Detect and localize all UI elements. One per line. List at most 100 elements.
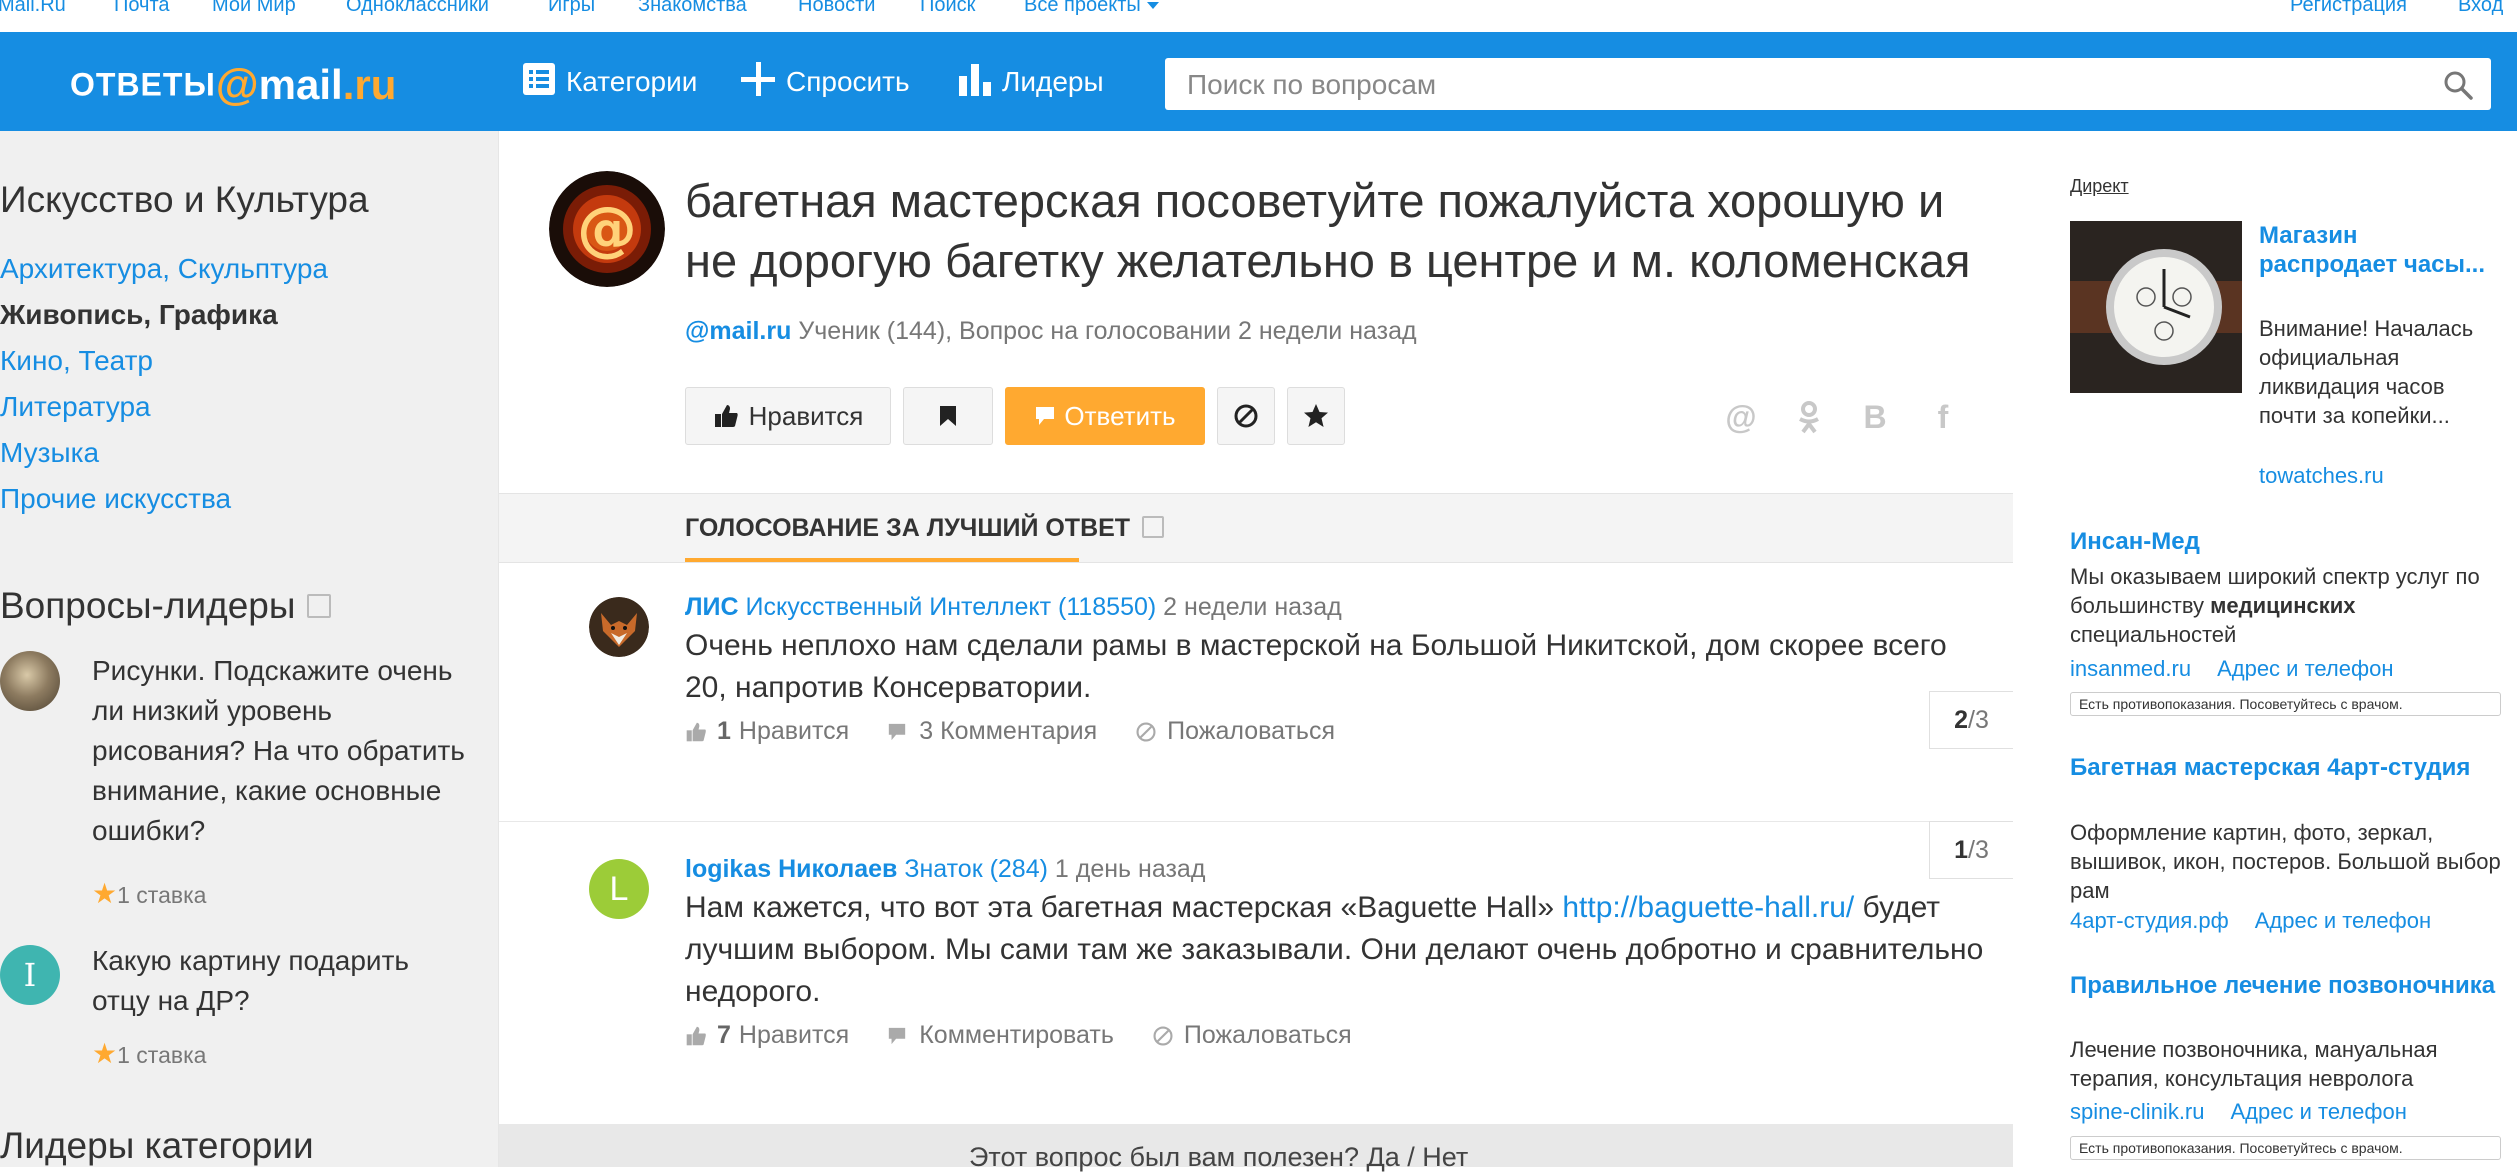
bookmark-button[interactable] — [903, 387, 993, 445]
ad-links: 4арт-студия.рф Адрес и телефон — [2070, 908, 2457, 934]
vote-counter-total: /3 — [1968, 705, 1989, 734]
favorite-button[interactable] — [1287, 387, 1345, 445]
category-link-cinema[interactable]: Кино, Театр — [0, 345, 153, 377]
ad-title[interactable]: Инсан-Мед — [2070, 527, 2510, 556]
nav-leaders-label: Лидеры — [1002, 66, 1104, 97]
ad-links: insanmed.ru Адрес и телефон — [2070, 656, 2419, 682]
ad-contacts-link[interactable]: Адрес и телефон — [2255, 908, 2431, 933]
direct-label[interactable]: Директ — [2070, 176, 2129, 197]
leader-bets: ★1 ставка — [92, 877, 206, 910]
ad-title[interactable]: Правильное лечение позвоночника — [2070, 971, 2510, 1000]
active-tab-indicator — [685, 558, 1079, 562]
answer-avatar-fox[interactable] — [589, 597, 649, 657]
site-logo[interactable]: ОТВЕТЫ@mail.ru — [70, 60, 396, 110]
answer-report-link[interactable]: Пожаловаться — [1152, 1021, 1352, 1050]
answer-text: Очень неплохо нам сделали рамы в мастерс… — [685, 625, 1985, 709]
speech-bubble-icon — [1036, 407, 1055, 425]
ad-contacts-link[interactable]: Адрес и телефон — [2217, 656, 2393, 681]
nav-categories[interactable]: Категории — [522, 62, 697, 102]
info-icon[interactable] — [307, 594, 332, 619]
search-icon[interactable] — [2443, 70, 2473, 105]
portal-link-mailru[interactable]: Mail.Ru — [0, 0, 66, 17]
nav-leaders[interactable]: Лидеры — [958, 62, 1104, 102]
ad-title[interactable]: Магазин распродает часы... — [2259, 221, 2489, 279]
vote-counter-total: /3 — [1968, 835, 1989, 864]
answer-likes-label: Нравится — [738, 1021, 850, 1049]
left-sidebar: Искусство и Культура Архитектура, Скульп… — [0, 131, 498, 1167]
answer-comment-label: Комментировать — [919, 1021, 1114, 1049]
category-link-architecture[interactable]: Архитектура, Скульптура — [0, 253, 328, 285]
ad-url[interactable]: towatches.ru — [2259, 463, 2384, 489]
register-link[interactable]: Регистрация — [2290, 0, 2407, 17]
category-link-other[interactable]: Прочие искусства — [0, 483, 231, 515]
answer-author-rank[interactable]: Искусственный Интеллект (118550) — [746, 593, 1157, 621]
ad-warning: Есть противопоказания. Посоветуйтесь с в… — [2070, 1136, 2501, 1160]
portal-link-games[interactable]: Игры — [548, 0, 595, 17]
answer-likes-count: 1 — [717, 717, 731, 745]
leader-question-text[interactable]: Какую картину подарить отцу на ДР? — [92, 941, 472, 1021]
leader-bets-label: 1 ставка — [117, 1042, 207, 1068]
info-icon[interactable] — [1142, 516, 1165, 539]
portal-link-myworld[interactable]: Мой Мир — [212, 0, 296, 17]
answer-comments-link[interactable]: 3 Комментария — [887, 717, 1097, 746]
answer-button[interactable]: Ответить — [1005, 387, 1205, 445]
answer-actions: 7 Нравится Комментировать Пожаловаться — [685, 1021, 1390, 1050]
vote-counter-current: 2 — [1954, 705, 1969, 734]
nav-ask[interactable]: Спросить — [740, 61, 910, 102]
portal-link-ok[interactable]: Одноклассники — [346, 0, 489, 17]
voting-title-text: ГОЛОСОВАНИЕ ЗА ЛУЧШИЙ ОТВЕТ — [685, 514, 1131, 542]
ad-links: spine-clinik.ru Адрес и телефон — [2070, 1099, 2433, 1125]
share-mail-icon[interactable]: @ — [1723, 399, 1759, 435]
question-author-avatar[interactable]: @ — [549, 171, 665, 287]
leader-bets: ★1 ставка — [92, 1037, 206, 1070]
category-leaders-title: Лидеры категории — [0, 1125, 314, 1166]
answer-like-button[interactable]: 1 Нравится — [685, 717, 849, 746]
portal-all-projects[interactable]: Все проекты — [1024, 0, 1159, 17]
leader-question-text[interactable]: Рисунки. Подскажите очень ли низкий уров… — [92, 651, 472, 851]
answer-report-link[interactable]: Пожаловаться — [1135, 717, 1335, 746]
avatar[interactable]: L — [589, 859, 649, 919]
answer-author-rank[interactable]: Знаток (284) — [904, 855, 1048, 883]
share-vk-icon[interactable]: B — [1857, 399, 1893, 435]
ad-url[interactable]: 4арт-студия.рф — [2070, 908, 2229, 933]
vote-counter[interactable]: 1/3 — [1929, 821, 2013, 879]
portal-link-dating[interactable]: Знакомства — [638, 0, 747, 17]
star-icon — [1304, 404, 1328, 427]
helpful-question[interactable]: Этот вопрос был вам полезен? Да / Нет — [969, 1142, 1468, 1173]
category-link-painting[interactable]: Живопись, Графика — [0, 299, 278, 331]
ad-url[interactable]: insanmed.ru — [2070, 656, 2191, 681]
answer-report-label: Пожаловаться — [1167, 717, 1335, 745]
ad-title[interactable]: Багетная мастерская 4арт-студия — [2070, 753, 2510, 782]
category-link-music[interactable]: Музыка — [0, 437, 99, 469]
answer-author-nick[interactable]: logikas Николаев — [685, 855, 897, 883]
share-facebook-icon[interactable]: f — [1925, 399, 1961, 435]
answer-author-nick[interactable]: ЛИС — [685, 593, 739, 621]
search-input[interactable] — [1185, 58, 2419, 112]
login-link[interactable]: Вход — [2458, 0, 2503, 17]
list-icon — [522, 62, 556, 103]
all-projects-label: Все проекты — [1024, 0, 1141, 16]
site-header: ОТВЕТЫ@mail.ru Категории Спросить Лидеры — [0, 32, 2517, 131]
voting-tab-bar: ГОЛОСОВАНИЕ ЗА ЛУЧШИЙ ОТВЕТ — [499, 493, 2013, 563]
helpful-poll: Этот вопрос был вам полезен? Да / Нет — [499, 1124, 2013, 1172]
answer-comment-link[interactable]: Комментировать — [887, 1021, 1114, 1050]
ad-text: Внимание! Началась официальная ликвидаци… — [2259, 316, 2474, 428]
block-button[interactable] — [1217, 387, 1275, 445]
portal-link-search[interactable]: Поиск — [920, 0, 975, 17]
answer-link[interactable]: http://baguette-hall.ru/ — [1562, 891, 1854, 924]
answer-like-button[interactable]: 7 Нравится — [685, 1021, 849, 1050]
ads-column: Директ Магазин распродает часы... Вниман… — [2013, 131, 2517, 1167]
portal-link-news[interactable]: Новости — [798, 0, 875, 17]
ad-url[interactable]: spine-clinik.ru — [2070, 1099, 2205, 1124]
like-button[interactable]: Нравится — [685, 387, 891, 445]
ad-watch-image[interactable] — [2070, 221, 2242, 393]
category-link-literature[interactable]: Литература — [0, 391, 151, 423]
share-ok-icon[interactable] — [1791, 399, 1827, 435]
voting-title[interactable]: ГОЛОСОВАНИЕ ЗА ЛУЧШИЙ ОТВЕТ — [685, 514, 1165, 543]
portal-link-mail[interactable]: Почта — [114, 0, 170, 17]
ad-text: Лечение позвоночника, мануальная терапия… — [2070, 1037, 2438, 1091]
ad-contacts-link[interactable]: Адрес и телефон — [2231, 1099, 2407, 1124]
logo-at: @ — [215, 60, 259, 109]
answer-text-body: Нам кажется, что вот эта багетная мастер… — [685, 891, 1563, 924]
question-author-link[interactable]: @mail.ru — [685, 317, 791, 345]
